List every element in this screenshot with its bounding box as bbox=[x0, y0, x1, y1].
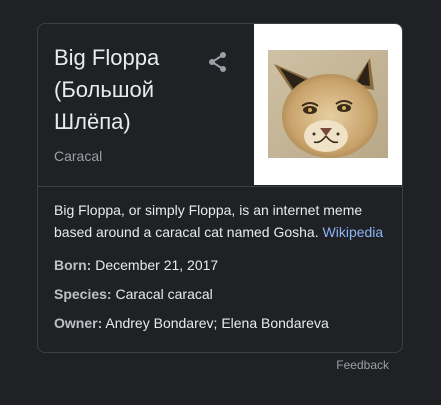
fact-value: December 21, 2017 bbox=[95, 257, 219, 273]
entity-subtitle: Caracal bbox=[54, 148, 103, 164]
share-icon[interactable] bbox=[206, 50, 230, 74]
entity-title: Big Floppa (Большой Шлёпа) bbox=[54, 45, 160, 134]
wikipedia-link[interactable]: Wikipedia bbox=[323, 224, 384, 240]
caracal-photo[interactable] bbox=[268, 50, 388, 158]
description-text: Big Floppa, or simply Floppa, is an inte… bbox=[54, 202, 363, 240]
fact-label: Owner: bbox=[54, 315, 103, 331]
feedback-link[interactable]: Feedback bbox=[336, 358, 389, 372]
panel-body: Big Floppa, or simply Floppa, is an inte… bbox=[38, 187, 402, 333]
title-block: Big Floppa (Большой Шлёпа) Caracal bbox=[54, 42, 204, 166]
panel-header: Big Floppa (Большой Шлёпа) Caracal bbox=[38, 24, 402, 187]
knowledge-panel: Big Floppa (Большой Шлёпа) Caracal Big F… bbox=[37, 23, 403, 353]
fact-value: Andrey Bondarev; Elena Bondareva bbox=[105, 315, 329, 331]
fact-value: Caracal caracal bbox=[115, 286, 213, 302]
fact-owner: Owner: Andrey Bondarev; Elena Bondareva bbox=[54, 313, 386, 333]
fact-label: Born: bbox=[54, 257, 92, 273]
image-panel bbox=[254, 24, 402, 185]
fact-species: Species: Caracal caracal bbox=[54, 284, 386, 304]
fact-label: Species: bbox=[54, 286, 112, 302]
fact-born: Born: December 21, 2017 bbox=[54, 255, 386, 275]
entity-description: Big Floppa, or simply Floppa, is an inte… bbox=[54, 199, 386, 243]
